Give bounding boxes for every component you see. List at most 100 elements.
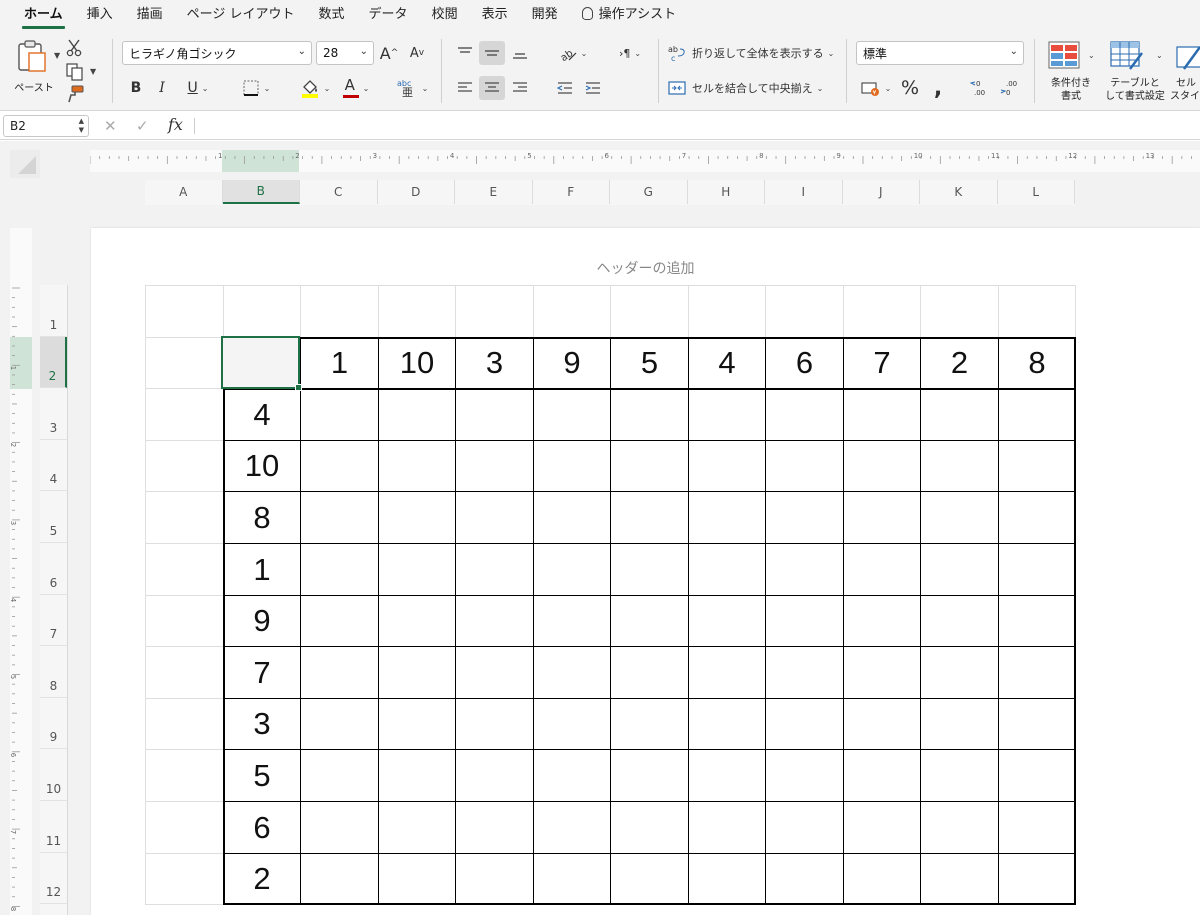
name-box[interactable]: B2 ▲ ▼ bbox=[3, 115, 89, 137]
font-name-dropdown[interactable]: ヒラギノ角ゴシック ⌄ bbox=[122, 41, 312, 65]
tab-7[interactable]: 表示 bbox=[470, 3, 520, 31]
align-top-button[interactable] bbox=[452, 41, 478, 65]
header-column-cell[interactable]: 4 bbox=[224, 389, 301, 440]
tab-0[interactable]: ホーム bbox=[12, 3, 75, 31]
number-format-dropdown[interactable]: 標準 ⌄ bbox=[856, 41, 1024, 65]
cell-styles-button[interactable]: セル スタイ bbox=[1170, 39, 1200, 105]
row-header[interactable]: 6 bbox=[40, 543, 67, 595]
row-header[interactable]: 11 bbox=[40, 801, 67, 853]
row-header[interactable]: 9 bbox=[40, 698, 67, 750]
cut-icon[interactable] bbox=[66, 39, 82, 57]
vertical-ruler[interactable]: 1 2 3 4 5 6 7 8 bbox=[9, 228, 32, 915]
formula-input[interactable] bbox=[200, 114, 1190, 138]
tab-3[interactable]: ページ レイアウト bbox=[175, 3, 307, 31]
conditional-formatting-button[interactable]: ⌄ 条件付き 書式 bbox=[1042, 39, 1100, 105]
paste-dropdown-icon[interactable]: ▼ bbox=[54, 51, 60, 60]
borders-button[interactable]: ⌄ bbox=[236, 76, 276, 100]
tab-5[interactable]: データ bbox=[357, 3, 420, 31]
paragraph-direction-button[interactable]: ›¶ ⌄ bbox=[610, 41, 650, 65]
row-header[interactable]: 1 bbox=[40, 285, 67, 337]
align-right-button[interactable] bbox=[507, 76, 533, 100]
column-header[interactable]: D bbox=[378, 180, 455, 204]
copy-icon[interactable] bbox=[66, 63, 84, 81]
add-header-placeholder[interactable]: ヘッダーの追加 bbox=[91, 258, 1200, 278]
increase-font-size-button[interactable]: A ^ bbox=[378, 41, 400, 65]
header-column-cell[interactable]: 7 bbox=[224, 647, 301, 698]
percent-style-button[interactable]: % bbox=[898, 76, 922, 100]
name-box-stepper-icon[interactable]: ▲ ▼ bbox=[79, 117, 84, 135]
column-header[interactable]: G bbox=[610, 180, 688, 204]
horizontal-ruler[interactable]: 1 2 3 4 5 6 7 8 9 10 11 12 13 bbox=[89, 150, 1200, 172]
header-column-cell[interactable]: 3 bbox=[224, 699, 301, 750]
tab-6[interactable]: 校閲 bbox=[420, 3, 470, 31]
header-row-cell[interactable]: 10 bbox=[379, 338, 456, 389]
row-header[interactable]: 10 bbox=[40, 749, 67, 801]
header-column-cell[interactable]: 2 bbox=[224, 854, 301, 905]
bold-button[interactable]: B bbox=[126, 76, 146, 100]
header-row-cell[interactable]: 9 bbox=[534, 338, 611, 389]
align-center-button[interactable] bbox=[479, 76, 505, 100]
tab-2[interactable]: 描画 bbox=[125, 3, 175, 31]
header-row-cell[interactable]: 7 bbox=[844, 338, 921, 389]
decrease-decimal-button[interactable]: .00 0 bbox=[998, 76, 1024, 100]
column-header[interactable]: F bbox=[533, 180, 610, 204]
decrease-font-size-button[interactable]: Av bbox=[406, 41, 428, 65]
header-column-cell[interactable]: 10 bbox=[224, 441, 301, 492]
column-header[interactable]: A bbox=[145, 180, 223, 204]
header-column-cell[interactable]: 1 bbox=[224, 544, 301, 595]
column-header[interactable]: E bbox=[455, 180, 533, 204]
decrease-indent-button[interactable] bbox=[552, 76, 578, 100]
row-header[interactable]: 2 bbox=[40, 336, 67, 389]
paste-button[interactable]: ▼ ペースト bbox=[10, 37, 60, 103]
header-row-cell[interactable]: 8 bbox=[999, 338, 1076, 389]
accounting-format-button[interactable]: ¥ ⌄ bbox=[858, 76, 894, 100]
select-all-corner[interactable] bbox=[10, 150, 40, 178]
header-row-cell[interactable]: 2 bbox=[921, 338, 998, 389]
row-header[interactable]: 3 bbox=[40, 388, 67, 440]
italic-button[interactable]: I bbox=[152, 76, 172, 100]
copy-dropdown-icon[interactable]: ▼ bbox=[90, 67, 96, 76]
wrap-text-button[interactable]: ab c 折り返して全体を表示する ⌄ bbox=[668, 41, 836, 65]
confirm-entry-icon[interactable]: ✓ bbox=[136, 117, 149, 135]
header-column-cell[interactable]: 8 bbox=[224, 492, 301, 543]
insert-function-button[interactable]: fx bbox=[168, 115, 183, 134]
cancel-entry-icon[interactable]: ✕ bbox=[104, 117, 117, 135]
format-painter-icon[interactable] bbox=[66, 85, 84, 103]
column-header[interactable]: L bbox=[998, 180, 1075, 204]
fill-color-button[interactable]: ⌄ bbox=[294, 76, 336, 100]
column-header[interactable]: J bbox=[843, 180, 920, 204]
active-cell[interactable] bbox=[221, 336, 302, 391]
header-row-cell[interactable]: 4 bbox=[689, 338, 766, 389]
tab-9[interactable]: 操作アシスト bbox=[570, 3, 688, 31]
column-header[interactable]: I bbox=[765, 180, 843, 204]
row-header[interactable]: 5 bbox=[40, 491, 67, 543]
header-column-cell[interactable]: 6 bbox=[224, 802, 301, 853]
column-header[interactable]: B bbox=[222, 180, 300, 204]
row-header[interactable]: 4 bbox=[40, 440, 67, 492]
font-color-button[interactable]: A ⌄ bbox=[338, 76, 374, 100]
tab-8[interactable]: 開発 bbox=[520, 3, 570, 31]
orientation-button[interactable]: ab ⌄ bbox=[552, 41, 592, 65]
column-header[interactable]: C bbox=[300, 180, 378, 204]
underline-button[interactable]: U ⌄ bbox=[178, 76, 218, 100]
merge-center-button[interactable]: セルを結合して中央揃え ⌄ bbox=[668, 76, 836, 100]
header-row-cell[interactable]: 6 bbox=[766, 338, 843, 389]
header-column-cell[interactable]: 9 bbox=[224, 596, 301, 647]
increase-decimal-button[interactable]: 0.00 bbox=[968, 76, 994, 100]
increase-indent-button[interactable] bbox=[580, 76, 606, 100]
header-row-cell[interactable]: 5 bbox=[611, 338, 688, 389]
align-left-button[interactable] bbox=[452, 76, 478, 100]
format-as-table-button[interactable]: ⌄ テーブルと して書式設定 bbox=[1102, 39, 1168, 105]
align-bottom-button[interactable] bbox=[507, 41, 533, 65]
column-header[interactable]: H bbox=[688, 180, 765, 204]
row-header[interactable]: 8 bbox=[40, 646, 67, 698]
row-header[interactable]: 7 bbox=[40, 595, 67, 647]
comma-style-button[interactable]: , bbox=[926, 76, 950, 101]
row-header[interactable]: 12 bbox=[40, 853, 67, 905]
align-middle-button[interactable] bbox=[479, 41, 505, 65]
column-header[interactable]: K bbox=[920, 180, 998, 204]
header-row-cell[interactable]: 3 bbox=[456, 338, 533, 389]
header-row-cell[interactable]: 1 bbox=[301, 338, 378, 389]
phonetic-button[interactable]: abc 亜 ⌄ bbox=[392, 76, 432, 100]
header-column-cell[interactable]: 5 bbox=[224, 750, 301, 801]
